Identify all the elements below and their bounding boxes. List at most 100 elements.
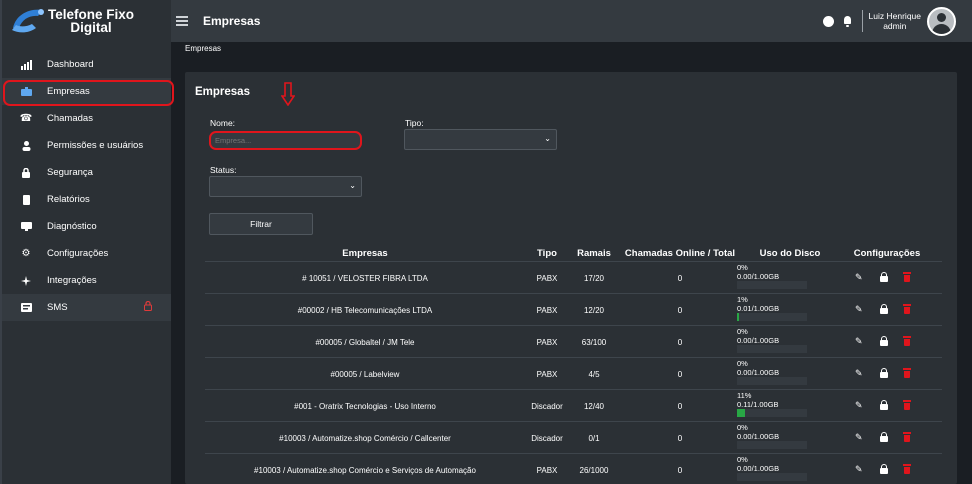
topbar: Empresas Luiz Henrique admin xyxy=(171,0,972,42)
row-actions: ✎ xyxy=(855,336,911,346)
edit-pencil-icon[interactable]: ✎ xyxy=(855,400,865,410)
sidebar-item-label: SMS xyxy=(47,302,68,313)
lock-icon[interactable] xyxy=(879,272,889,282)
user-info[interactable]: Luiz Henrique admin xyxy=(869,11,921,31)
table-row[interactable]: #001 - Oratrix Tecnologias - Uso Interno… xyxy=(205,389,942,421)
delete-trash-icon[interactable] xyxy=(903,432,911,442)
delete-trash-icon[interactable] xyxy=(903,304,911,314)
sidebar-item-relatorios[interactable]: Relatórios xyxy=(2,186,171,213)
sidebar-item-permissoes[interactable]: Permissões e usuários xyxy=(2,132,171,159)
locked-icon xyxy=(144,300,152,314)
table-row[interactable]: #00005 / Labelview PABX 4/5 0 0% 0.00/1.… xyxy=(205,357,942,389)
lock-icon[interactable] xyxy=(879,368,889,378)
phone-logo-icon xyxy=(12,9,44,33)
table-row[interactable]: #10003 / Automatize.shop Comércio e Serv… xyxy=(205,453,942,484)
nome-input[interactable] xyxy=(209,131,362,150)
tipo-cell: Discador xyxy=(531,402,563,411)
ramais-cell: 4/5 xyxy=(588,370,600,379)
sidebar-item-integracoes[interactable]: Integrações xyxy=(2,267,171,294)
delete-trash-icon[interactable] xyxy=(903,272,911,282)
disk-usage: 0% 0.00/1.00GB xyxy=(737,359,807,385)
chamadas-cell: 0 xyxy=(677,466,683,475)
avatar[interactable] xyxy=(927,6,956,36)
chamadas-cell: 0 xyxy=(677,402,683,411)
tipo-label: Tipo: xyxy=(405,118,424,128)
document-icon xyxy=(20,194,32,206)
edit-pencil-icon[interactable]: ✎ xyxy=(855,304,865,314)
lock-icon xyxy=(20,167,32,179)
disk-value: 0.00/1.00GB xyxy=(737,368,780,377)
chamadas-cell: 0 xyxy=(677,370,683,379)
disk-value: 0.01/1.00GB xyxy=(737,304,780,313)
disk-progress-fill xyxy=(737,409,745,417)
bell-icon[interactable] xyxy=(843,15,852,27)
ramais-cell: 12/20 xyxy=(583,306,605,315)
chamadas-cell: 0 xyxy=(677,274,683,283)
empresa-cell: #00005 / Globaltel / JM Tele xyxy=(315,338,415,347)
col-uso-disco[interactable]: Uso do Disco xyxy=(745,248,835,259)
delete-trash-icon[interactable] xyxy=(903,400,911,410)
row-actions: ✎ xyxy=(855,464,911,474)
disk-percent: 0% xyxy=(737,455,748,464)
col-tipo[interactable]: Tipo xyxy=(525,248,569,259)
chart-icon xyxy=(20,59,32,71)
disk-progress-fill xyxy=(737,313,739,321)
sidebar-item-chamadas[interactable]: ☎ Chamadas xyxy=(2,105,171,132)
disk-usage: 0% 0.00/1.00GB xyxy=(737,327,807,353)
phone-icon: ☎ xyxy=(19,113,33,124)
ramais-cell: 26/1000 xyxy=(579,466,609,475)
disk-usage: 1% 0.01/1.00GB xyxy=(737,295,807,321)
filter-button[interactable]: Filtrar xyxy=(209,213,313,235)
table-header: Empresas Tipo Ramais Chamadas Online / T… xyxy=(205,246,942,260)
edit-pencil-icon[interactable]: ✎ xyxy=(855,464,865,474)
row-actions: ✎ xyxy=(855,272,911,282)
sidebar-item-dashboard[interactable]: Dashboard xyxy=(2,51,171,78)
tipo-select[interactable]: ⌄ xyxy=(404,129,557,150)
col-ramais[interactable]: Ramais xyxy=(569,248,619,259)
disk-progress-bar xyxy=(737,377,807,385)
table-row[interactable]: #10003 / Automatize.shop Comércio / Call… xyxy=(205,421,942,453)
table-row[interactable]: # 10051 / VELOSTER FIBRA LTDA PABX 17/20… xyxy=(205,261,942,293)
table-row[interactable]: #00002 / HB Telecomunicações LTDA PABX 1… xyxy=(205,293,942,325)
disk-percent: 0% xyxy=(737,423,748,432)
col-empresas[interactable]: Empresas xyxy=(205,248,525,259)
lock-icon[interactable] xyxy=(879,464,889,474)
delete-trash-icon[interactable] xyxy=(903,336,911,346)
sidebar-item-empresas[interactable]: Empresas xyxy=(2,78,174,106)
sidebar-item-configuracoes[interactable]: ⚙ Configurações xyxy=(2,240,171,267)
edit-pencil-icon[interactable]: ✎ xyxy=(855,432,865,442)
edit-pencil-icon[interactable]: ✎ xyxy=(855,336,865,346)
disk-usage: 0% 0.00/1.00GB xyxy=(737,423,807,449)
puzzle-icon xyxy=(20,275,32,287)
status-select[interactable]: ⌄ xyxy=(209,176,362,197)
sidebar-item-sms[interactable]: SMS xyxy=(2,294,171,321)
disk-percent: 1% xyxy=(737,295,748,304)
hamburger-menu-icon[interactable] xyxy=(176,14,188,28)
lock-icon[interactable] xyxy=(879,304,889,314)
lock-icon[interactable] xyxy=(879,432,889,442)
sidebar-item-label: Permissões e usuários xyxy=(47,140,144,151)
delete-trash-icon[interactable] xyxy=(903,368,911,378)
lock-icon[interactable] xyxy=(879,400,889,410)
disk-progress-bar xyxy=(737,473,807,481)
edit-pencil-icon[interactable]: ✎ xyxy=(855,272,865,282)
ramais-cell: 0/1 xyxy=(588,434,600,443)
lock-icon[interactable] xyxy=(879,336,889,346)
disk-progress-bar xyxy=(737,441,807,449)
disk-progress-bar xyxy=(737,281,807,289)
user-role: admin xyxy=(883,21,907,31)
sidebar-item-diagnostico[interactable]: Diagnóstico xyxy=(2,213,171,240)
col-chamadas[interactable]: Chamadas Online / Total xyxy=(615,248,745,259)
empresa-cell: # 10051 / VELOSTER FIBRA LTDA xyxy=(302,274,428,283)
globe-icon[interactable] xyxy=(822,15,834,27)
divider xyxy=(861,10,863,32)
edit-pencil-icon[interactable]: ✎ xyxy=(855,368,865,378)
table-row[interactable]: #00005 / Globaltel / JM Tele PABX 63/100… xyxy=(205,325,942,357)
chamadas-cell: 0 xyxy=(677,434,683,443)
sidebar-item-seguranca[interactable]: Segurança xyxy=(2,159,171,186)
delete-trash-icon[interactable] xyxy=(903,464,911,474)
brand[interactable]: Telefone Fixo Digital xyxy=(2,0,171,42)
col-configuracoes: Configurações xyxy=(853,248,921,259)
breadcrumb[interactable]: Empresas xyxy=(185,44,221,53)
disk-progress-bar xyxy=(737,345,807,353)
